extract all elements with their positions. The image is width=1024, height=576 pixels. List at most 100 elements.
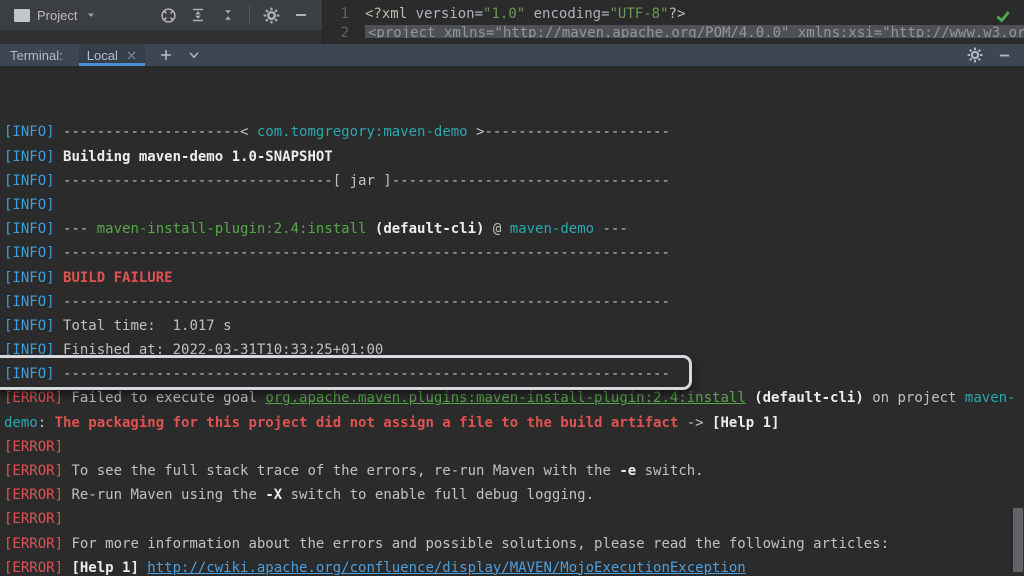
terminal-text: maven-install-plugin:2.4:install [97,221,367,237]
terminal-text: -X [265,487,282,503]
hide-tool-window-icon[interactable] [288,2,314,28]
terminal-text: ----------------------------------------… [63,366,670,382]
selected-xml-text: <project xmlns="http://maven.apache.org/… [365,25,1024,38]
hide-terminal-icon[interactable] [997,48,1012,63]
terminal-line: [INFO] Building maven-demo 1.0-SNAPSHOT [4,145,1024,169]
terminal-text: [INFO] [4,270,63,286]
terminal-text: [ERROR] [4,536,71,552]
terminal-text: For more information about the errors an… [71,536,889,552]
terminal-line: [INFO] [4,193,1024,217]
terminal-text: (default-cli) [754,390,864,406]
collapse-all-icon[interactable] [215,2,241,28]
terminal-text: [Help 1] [712,415,779,431]
terminal-text: --- [63,221,97,237]
editor-pane[interactable]: 1<?xml version="1.0" encoding="UTF-8"?> … [322,0,1024,44]
terminal-line: [ERROR] Re-run Maven using the -X switch… [4,483,1024,507]
new-session-plus-icon[interactable] [159,48,173,62]
terminal-text: on project [864,390,965,406]
terminal-output[interactable]: [INFO] ---------------------< com.tomgre… [0,67,1024,576]
project-settings-gear-icon[interactable] [258,2,284,28]
terminal-text: Total time: 1.017 s [63,318,232,334]
terminal-text: [INFO] [4,197,55,213]
terminal-line: [INFO] --------------------------------[… [4,169,1024,193]
terminal-line: [ERROR] [Help 1] http://cwiki.apache.org… [4,556,1024,576]
terminal-text: com.tomgregory:maven-demo [257,124,468,140]
terminal-line: [INFO] Finished at: 2022-03-31T10:33:25+… [4,338,1024,362]
terminal-line: [INFO] BUILD FAILURE [4,266,1024,290]
xml-token: ?> [669,6,686,22]
project-view-selector[interactable]: Project [0,0,106,30]
terminal-tab-local[interactable]: Local [79,44,145,66]
xml-token: "1.0" [483,6,525,22]
line-number: 1 [323,6,349,22]
terminal-text: --- [594,221,628,237]
terminal-text: Re-run Maven using the [71,487,265,503]
terminal-line: [INFO] ---------------------< com.tomgre… [4,120,1024,144]
xml-token: = [601,6,609,22]
terminal-text: ----------------------------------------… [63,245,670,261]
terminal-text: The packaging for this project did not a… [55,415,679,431]
terminal-text: [INFO] [4,124,63,140]
project-toolbar-actions [155,2,322,28]
top-row: Project [0,0,1024,44]
terminal-text: [INFO] [4,221,63,237]
terminal-text: Finished at: 2022-03-31T10:33:25+01:00 [63,342,383,358]
terminal-line: [INFO] Total time: 1.017 s [4,314,1024,338]
terminal-text: [INFO] [4,318,63,334]
terminal-line: [ERROR] [4,507,1024,531]
terminal-text: Failed to execute goal [71,390,265,406]
terminal-text: -e [619,463,636,479]
terminal-line: [ERROR] Failed to execute goal org.apach… [4,386,1024,410]
sessions-chevron-down-icon[interactable] [187,48,201,62]
locate-file-icon[interactable] [155,2,181,28]
terminal-text: BUILD FAILURE [63,270,173,286]
terminal-tab-bar: Terminal: Local [0,44,1024,67]
terminal-line: [INFO] ---------------------------------… [4,290,1024,314]
help-link[interactable]: http://cwiki.apache.org/confluence/displ… [147,560,745,576]
project-selector-label: Project [37,8,77,23]
terminal-text: [INFO] [4,245,63,261]
terminal-bar-actions [967,47,1024,63]
xml-token: = [475,6,483,22]
terminal-text: >---------------------- [468,124,670,140]
terminal-settings-gear-icon[interactable] [967,47,983,63]
terminal-text [366,221,374,237]
project-toolbar: Project [0,0,322,31]
toolbar-separator [249,6,250,24]
terminal-text: [ERROR] [4,439,63,455]
inspections-ok-check-icon[interactable] [994,7,1012,25]
xml-token [525,6,533,22]
terminal-text: switch. [636,463,703,479]
editor-line-1: 1<?xml version="1.0" encoding="UTF-8"?> [323,0,1024,22]
terminal-line: demo: The packaging for this project did… [4,411,1024,435]
terminal-text: (default-cli) [375,221,485,237]
xml-token: encoding [534,6,601,22]
xml-token: <?xml [365,6,416,22]
vertical-scrollbar-thumb[interactable] [1013,508,1023,572]
terminal-tab-label: Local [87,48,118,63]
terminal-text: [INFO] [4,294,63,310]
expand-all-icon[interactable] [185,2,211,28]
terminal-text: To see the full stack trace of the error… [71,463,619,479]
terminal-line: [ERROR] For more information about the e… [4,532,1024,556]
terminal-text: [ERROR] [4,487,71,503]
terminal-text: ---------------------< [63,124,257,140]
terminal-text [746,390,754,406]
terminal-text: [ERROR] [4,390,71,406]
terminal-text: demo [4,415,38,431]
terminal-text: [INFO] [4,149,63,165]
terminal-line: [INFO] ---------------------------------… [4,362,1024,386]
terminal-line: [ERROR] To see the full stack trace of t… [4,459,1024,483]
terminal-line: [INFO] --- maven-install-plugin:2.4:inst… [4,217,1024,241]
terminal-text: org.apache.maven.plugins:maven-install-p… [265,390,745,406]
terminal-text: [ERROR] [4,560,71,576]
terminal-text: : [38,415,55,431]
xml-token: "UTF-8" [610,6,669,22]
terminal-text: ----------------------------------------… [63,294,670,310]
terminal-text: [INFO] [4,366,63,382]
terminal-line: [INFO] ---------------------------------… [4,241,1024,265]
line-number: 2 [323,25,349,38]
terminal-text: [INFO] [4,173,63,189]
close-tab-icon[interactable] [126,50,137,61]
terminal-panel-label: Terminal: [10,48,63,63]
